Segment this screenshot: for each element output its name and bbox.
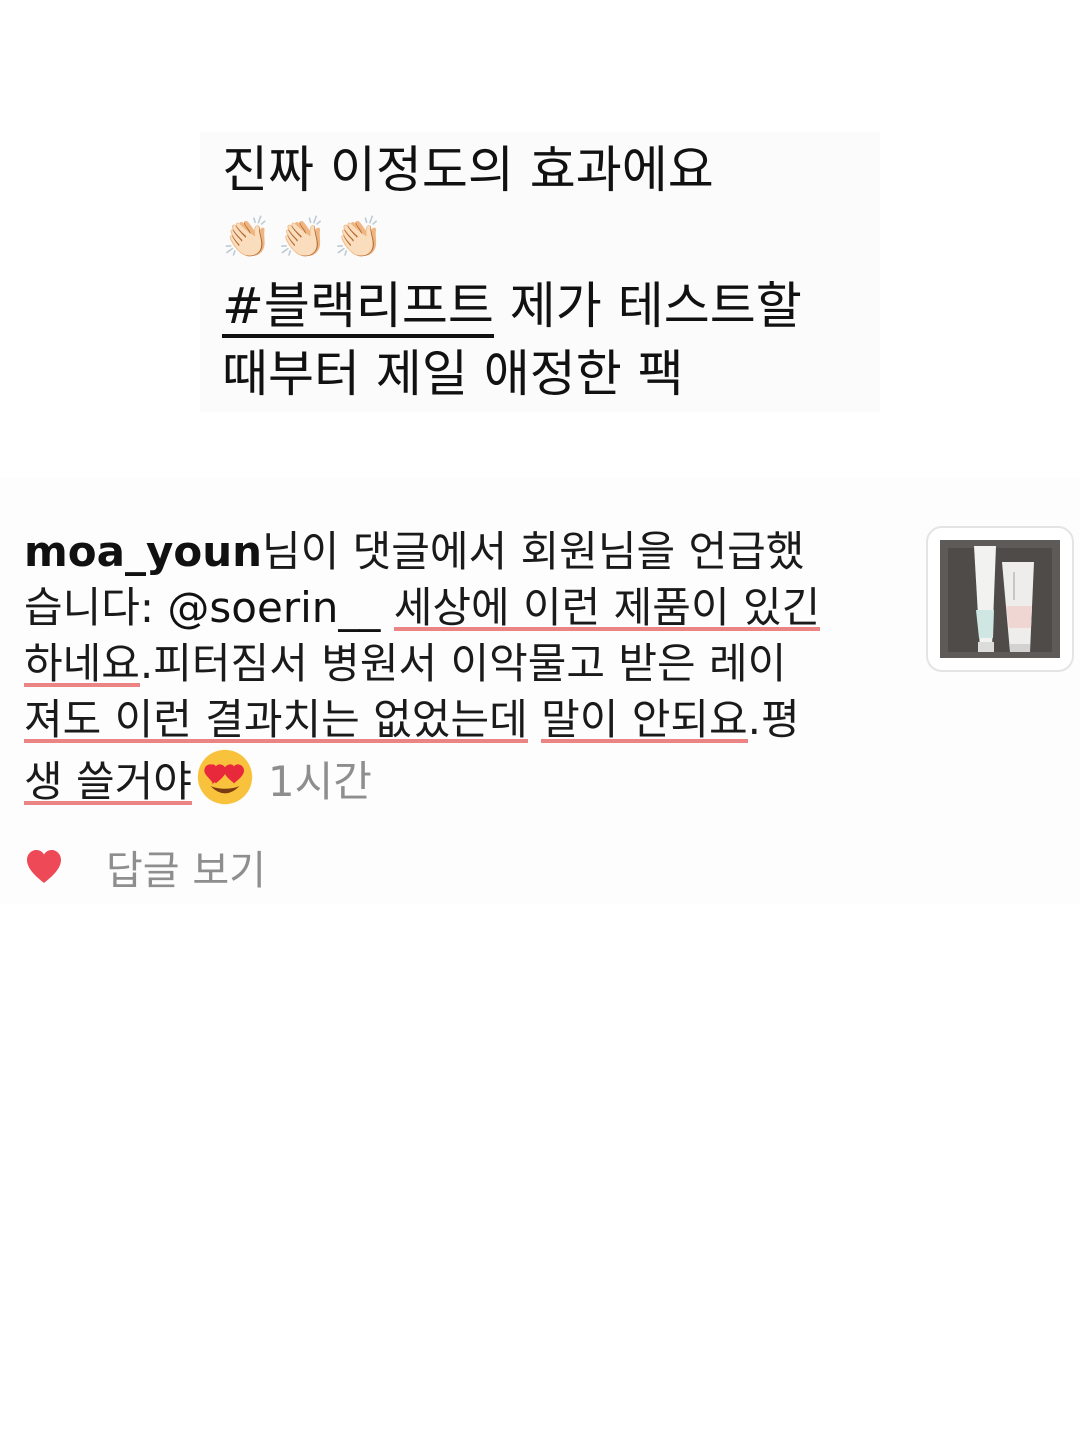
comment-actions: 답글 보기 <box>24 842 266 894</box>
mention-link[interactable]: @soerin__ <box>167 583 380 632</box>
caption-line-1: 진짜 이정도의 효과에요 <box>222 141 714 199</box>
hashtag-link[interactable]: #블랙리프트 <box>222 278 494 338</box>
heart-icon[interactable] <box>24 847 64 887</box>
highlighted-text: 생 쓸거야 <box>24 757 192 808</box>
comment-line-4-space <box>528 695 541 744</box>
comment-line-4: 져도 이런 결과치는 없었는데 말이 안되요.평 <box>24 692 904 748</box>
comment-line-2: 습니다: @soerin__ 세상에 이런 제품이 있긴 <box>24 580 904 636</box>
comment-line-2-space <box>380 583 393 632</box>
comment-text: moa_youn님이 댓글에서 회원님을 언급했 습니다: @soerin__ … <box>24 524 904 808</box>
caption-line-3-text: 제가 테스트할 <box>493 277 802 335</box>
comment-line-5: 생 쓸거야 1시간 <box>24 748 904 808</box>
product-tubes-image <box>940 540 1060 658</box>
comment-line-4-text: .평 <box>747 695 800 744</box>
comment-timestamp: 1시간 <box>267 757 372 806</box>
comment-line-1-text: 님이 댓글에서 회원님을 언급했 <box>262 527 805 576</box>
comment-line-3: 하네요.피터짐서 병원서 이악물고 받은 레이 <box>24 636 904 692</box>
clapping-hands-icon: 👏🏻👏🏻👏🏻 <box>222 215 390 261</box>
comment-line-1: moa_youn님이 댓글에서 회원님을 언급했 <box>24 524 904 580</box>
caption-line-3: #블랙리프트 제가 테스트할 <box>222 272 880 340</box>
highlighted-text: 져도 이런 결과치는 없었는데 <box>24 695 528 746</box>
comment-line-3-text: .피터짐서 병원서 이악물고 받은 레이 <box>139 639 787 688</box>
highlighted-text: 세상에 이런 제품이 있긴 <box>393 583 821 634</box>
caption-line-4: 때부터 제일 애정한 팩 <box>222 345 684 403</box>
heart-eyes-emoji-icon <box>197 749 253 805</box>
comment-notification[interactable]: moa_youn님이 댓글에서 회원님을 언급했 습니다: @soerin__ … <box>0 478 1080 904</box>
highlighted-text: 하네요 <box>24 639 140 690</box>
view-replies-button[interactable]: 답글 보기 <box>106 838 266 896</box>
post-thumbnail[interactable] <box>926 526 1074 672</box>
username-link[interactable]: moa_youn <box>24 527 262 576</box>
caption-block: 진짜 이정도의 효과에요 👏🏻👏🏻👏🏻 #블랙리프트 제가 테스트할 때부터 제… <box>200 132 880 412</box>
comment-line-2-prefix: 습니다: <box>24 583 168 632</box>
highlighted-text: 말이 안되요 <box>541 695 748 746</box>
